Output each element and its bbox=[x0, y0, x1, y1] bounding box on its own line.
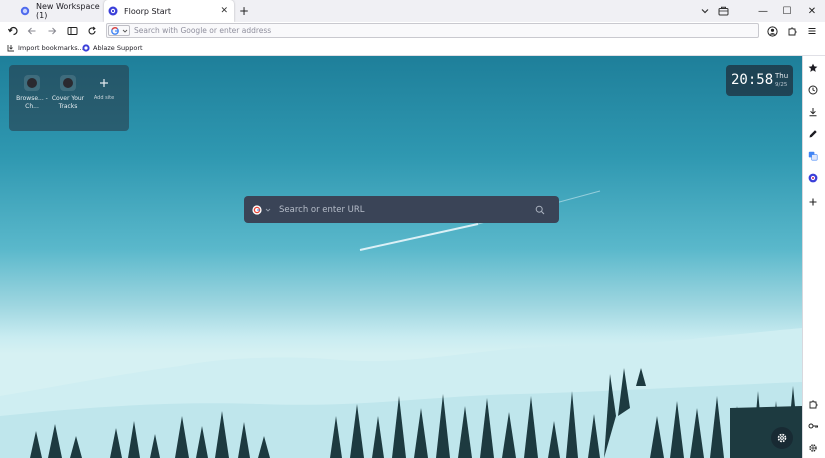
key-icon bbox=[808, 421, 819, 431]
reload-icon bbox=[87, 26, 97, 36]
clock-day: Thu bbox=[775, 72, 789, 80]
shortcut-label: Cover Your Tracks bbox=[51, 95, 85, 110]
undo-close-tab-button[interactable] bbox=[6, 24, 20, 38]
chevron-down-icon bbox=[122, 28, 128, 34]
menu-button[interactable] bbox=[805, 24, 819, 38]
shortcut-browse[interactable]: Browse... - Ch... bbox=[15, 75, 49, 111]
chevron-down-icon bbox=[700, 6, 710, 16]
maximize-button[interactable]: ☐ bbox=[780, 4, 794, 18]
sidebar-add-panel-button[interactable] bbox=[804, 194, 822, 210]
sidebar-addons-button[interactable] bbox=[804, 396, 822, 412]
reload-button[interactable] bbox=[85, 24, 99, 38]
clock-widget: 20:58 Thu 9/25 bbox=[726, 65, 793, 96]
bookmark-ablaze-support[interactable]: Ablaze Support bbox=[82, 40, 143, 55]
tab-floorp-start[interactable]: Floorp Start ✕ bbox=[104, 0, 234, 22]
add-icon bbox=[808, 197, 818, 207]
forward-button[interactable] bbox=[45, 24, 59, 38]
sidebar-toggle-button[interactable] bbox=[65, 24, 79, 38]
extensions-button[interactable] bbox=[785, 24, 799, 38]
minimize-button[interactable]: — bbox=[756, 4, 770, 18]
bookmark-import[interactable]: Import bookmarks... bbox=[7, 40, 84, 55]
start-page-background: Browse... - Ch... Cover Your Tracks Add … bbox=[0, 56, 802, 458]
globe-icon bbox=[20, 6, 30, 16]
account-icon bbox=[766, 25, 778, 37]
tab-label: New Workspace (1) bbox=[36, 2, 100, 20]
chevron-down-icon bbox=[265, 207, 271, 213]
tab-label: Floorp Start bbox=[124, 6, 172, 16]
sidebar-icon bbox=[67, 26, 78, 36]
new-tab-button[interactable]: + bbox=[237, 4, 251, 18]
address-input[interactable] bbox=[134, 26, 734, 35]
pen-icon bbox=[808, 129, 818, 139]
translate-icon bbox=[808, 151, 818, 161]
arrow-left-icon bbox=[27, 26, 37, 36]
bookmark-label: Ablaze Support bbox=[93, 43, 143, 52]
clock-time: 20:58 bbox=[731, 72, 774, 88]
shortcut-cover-your-tracks[interactable]: Cover Your Tracks bbox=[51, 75, 85, 111]
start-search-bar[interactable] bbox=[244, 196, 559, 223]
start-search-input[interactable] bbox=[279, 204, 529, 215]
gear-icon bbox=[808, 443, 818, 453]
arrow-right-icon bbox=[47, 26, 57, 36]
sidebar-bookmarks-button[interactable] bbox=[804, 60, 822, 76]
close-window-button[interactable]: ✕ bbox=[805, 4, 819, 18]
star-icon bbox=[808, 63, 818, 73]
tab-new-workspace[interactable]: New Workspace (1) bbox=[14, 0, 104, 22]
google-icon bbox=[110, 26, 119, 35]
sidebar-settings-button[interactable] bbox=[804, 440, 822, 456]
history-icon bbox=[808, 85, 818, 95]
add-site-button[interactable]: Add site bbox=[87, 75, 121, 101]
floorp-icon bbox=[808, 173, 818, 183]
import-icon bbox=[7, 44, 15, 52]
back-button[interactable] bbox=[25, 24, 39, 38]
undo-icon bbox=[7, 26, 19, 36]
floorp-icon bbox=[108, 6, 118, 16]
tab-close-button[interactable]: ✕ bbox=[220, 6, 228, 16]
briefcase-icon bbox=[718, 6, 729, 16]
download-icon bbox=[808, 107, 818, 117]
account-button[interactable] bbox=[765, 24, 779, 38]
search-engine-selector[interactable] bbox=[252, 204, 271, 215]
workspaces-button[interactable] bbox=[716, 4, 730, 18]
bookmark-label: Import bookmarks... bbox=[18, 43, 84, 52]
puzzle-icon bbox=[787, 26, 797, 36]
tab-list-button[interactable] bbox=[698, 4, 712, 18]
puzzle-icon bbox=[808, 399, 818, 409]
add-site-label: Add site bbox=[93, 95, 115, 101]
search-engine-selector[interactable] bbox=[108, 25, 130, 36]
clock-date: 9/25 bbox=[775, 82, 788, 88]
sidebar-floorp-button[interactable] bbox=[804, 170, 822, 186]
google-icon bbox=[252, 204, 262, 215]
site-favicon-icon bbox=[24, 75, 40, 91]
hamburger-menu-icon bbox=[807, 26, 817, 36]
shortcut-label: Browse... - Ch... bbox=[16, 95, 48, 110]
ablaze-icon bbox=[82, 43, 90, 52]
sidebar-downloads-button[interactable] bbox=[804, 104, 822, 120]
plus-icon bbox=[96, 75, 112, 91]
site-favicon-icon bbox=[60, 75, 76, 91]
search-icon[interactable] bbox=[535, 205, 545, 215]
address-bar[interactable] bbox=[106, 23, 759, 38]
start-page-settings-button[interactable] bbox=[771, 427, 793, 449]
sidebar-translate-button[interactable] bbox=[804, 148, 822, 164]
sidebar-notes-button[interactable] bbox=[804, 126, 822, 142]
gear-icon bbox=[776, 432, 788, 444]
shortcuts-panel: Browse... - Ch... Cover Your Tracks Add … bbox=[9, 65, 129, 131]
sidebar-history-button[interactable] bbox=[804, 82, 822, 98]
sidebar-passwords-button[interactable] bbox=[804, 418, 822, 434]
